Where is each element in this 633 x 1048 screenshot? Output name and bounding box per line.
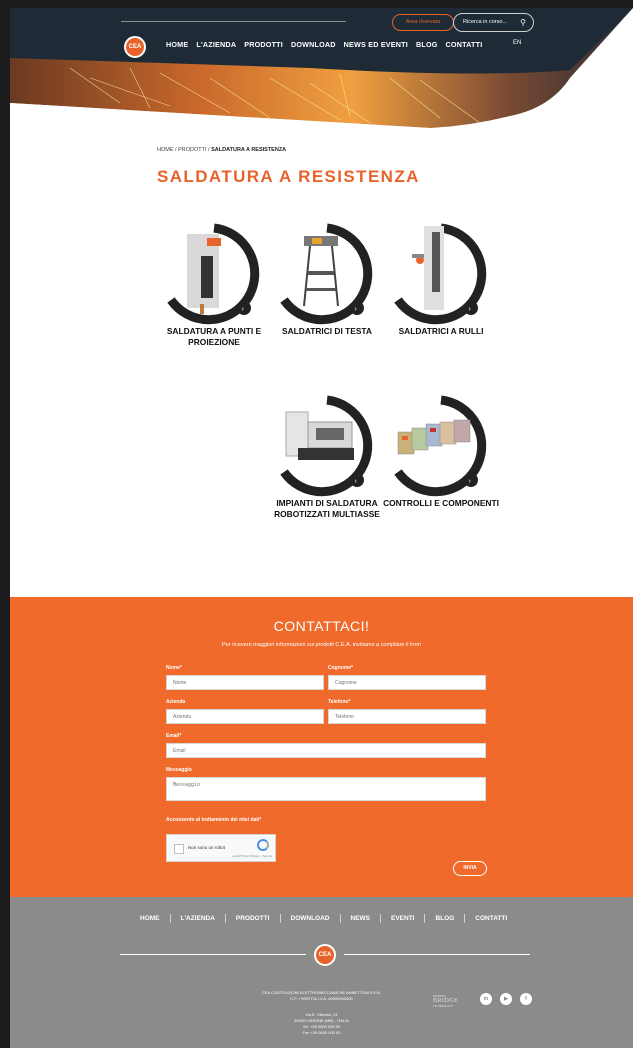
bridge-sub: TECHNOLOGY bbox=[433, 1004, 454, 1008]
surname-label: Cognome* bbox=[328, 665, 353, 671]
nav-contatti[interactable]: CONTATTI bbox=[446, 40, 483, 49]
logo[interactable]: CEA bbox=[124, 36, 146, 58]
nav-blog[interactable]: BLOG bbox=[416, 40, 438, 49]
name-field[interactable] bbox=[166, 675, 324, 690]
surname-field[interactable] bbox=[328, 675, 486, 690]
product-image: › bbox=[167, 223, 260, 325]
product-label[interactable]: IMPIANTI DI SALDATURA ROBOTIZZATI MULTIA… bbox=[268, 498, 386, 520]
address-fax: Fax +39 0000 000 00 bbox=[302, 1030, 341, 1035]
search-placeholder: Ricerca in corso... bbox=[463, 19, 508, 25]
footer-nav-azienda[interactable]: L'AZIENDA bbox=[171, 914, 226, 923]
page-title: SALDATURA A RESISTENZA bbox=[157, 167, 420, 186]
send-button[interactable]: INVIA bbox=[453, 861, 487, 876]
footer-nav-prodotti[interactable]: PRODOTTI bbox=[226, 914, 281, 923]
breadcrumb: HOME / PRODOTTI / SALDATURA A RESISTENZA bbox=[157, 147, 286, 153]
product-label[interactable]: SALDATRICI DI TESTA bbox=[268, 326, 386, 337]
footer-nav-contatti[interactable]: CONTATTI bbox=[465, 914, 517, 923]
contact-section: CONTATTACI! Per ricevere maggiori inform… bbox=[10, 597, 633, 897]
language-switch[interactable]: EN bbox=[513, 40, 521, 46]
recaptcha-icon bbox=[257, 839, 269, 851]
product-image: › bbox=[280, 395, 373, 497]
reserved-area-button[interactable]: Area riservata bbox=[392, 14, 454, 31]
search-icon[interactable]: ⚲ bbox=[520, 14, 526, 31]
nav-news-eventi[interactable]: NEWS ED EVENTI bbox=[344, 40, 408, 49]
product-image: › bbox=[394, 395, 487, 497]
captcha-text: Non sono un robot bbox=[188, 845, 226, 850]
footer-nav-eventi[interactable]: EVENTI bbox=[381, 914, 426, 923]
footer-nav-download[interactable]: DOWNLOAD bbox=[281, 914, 341, 923]
search-input[interactable]: Ricerca in corso... ⚲ bbox=[453, 13, 534, 32]
page: Area riservata Ricerca in corso... ⚲ CEA… bbox=[10, 8, 633, 1048]
header-banner bbox=[10, 8, 633, 148]
consent-label[interactable]: Acconsento al trattamento dei miei dati* bbox=[166, 817, 261, 823]
breadcrumb-current: SALDATURA A RESISTENZA bbox=[211, 147, 287, 153]
message-label: Messaggio bbox=[166, 767, 192, 773]
main-nav: HOME L'AZIENDA PRODOTTI DOWNLOAD NEWS ED… bbox=[166, 40, 482, 49]
product-label[interactable]: SALDATURA A PUNTI E PROIEZIONE bbox=[155, 326, 273, 348]
product-image: › bbox=[394, 223, 487, 325]
product-image: › bbox=[280, 223, 373, 325]
breadcrumb-path[interactable]: HOME / PRODOTTI / bbox=[157, 147, 211, 153]
footer-nav-blog[interactable]: BLOG bbox=[425, 914, 466, 923]
footer-logo[interactable]: CEA bbox=[314, 944, 336, 966]
phone-label: Telefono* bbox=[328, 699, 351, 705]
footer: HOME L'AZIENDA PRODOTTI DOWNLOAD NEWS EV… bbox=[10, 897, 633, 1048]
footer-nav-home[interactable]: HOME bbox=[130, 914, 171, 923]
footer-nav-news[interactable]: NEWS bbox=[341, 914, 381, 923]
captcha-checkbox[interactable] bbox=[174, 844, 184, 854]
product-label[interactable]: SALDATRICI A RULLI bbox=[382, 326, 500, 337]
name-label: Nome* bbox=[166, 665, 182, 671]
facebook-icon[interactable]: f bbox=[520, 993, 532, 1005]
contact-title: CONTATTACI! bbox=[273, 618, 370, 634]
product-label[interactable]: CONTROLLI E COMPONENTI bbox=[382, 498, 500, 509]
company-label: Azienda bbox=[166, 699, 186, 705]
phone-field[interactable] bbox=[328, 709, 486, 724]
email-field[interactable] bbox=[166, 743, 486, 758]
nav-home[interactable]: HOME bbox=[166, 40, 188, 49]
header: Area riservata Ricerca in corso... ⚲ CEA… bbox=[10, 8, 633, 148]
footer-divider-right bbox=[344, 954, 530, 955]
nav-azienda[interactable]: L'AZIENDA bbox=[196, 40, 236, 49]
company-vat: C.F. / PARTITA I.V.A. 00000000000 bbox=[290, 996, 353, 1001]
footer-divider-left bbox=[120, 954, 306, 955]
nav-download[interactable]: DOWNLOAD bbox=[291, 40, 336, 49]
company-field[interactable] bbox=[166, 709, 324, 724]
captcha-widget[interactable]: Non sono un robot reCAPTCHA Privacy - Te… bbox=[166, 834, 276, 862]
captcha-small-text: reCAPTCHA Privacy - Termini bbox=[232, 854, 272, 858]
email-label: Email* bbox=[166, 733, 182, 739]
footer-nav: HOME L'AZIENDA PRODOTTI DOWNLOAD NEWS EV… bbox=[130, 914, 517, 923]
linkedin-icon[interactable]: in bbox=[480, 993, 492, 1005]
youtube-icon[interactable]: ▶ bbox=[500, 993, 512, 1005]
nav-prodotti[interactable]: PRODOTTI bbox=[244, 40, 283, 49]
contact-subtitle: Per ricevere maggiori informazioni sui p… bbox=[222, 642, 421, 648]
bridge-logo[interactable]: MEMBER BRIDGE TECHNOLOGY bbox=[433, 994, 458, 1008]
header-divider bbox=[121, 21, 346, 22]
message-field[interactable] bbox=[166, 777, 486, 801]
